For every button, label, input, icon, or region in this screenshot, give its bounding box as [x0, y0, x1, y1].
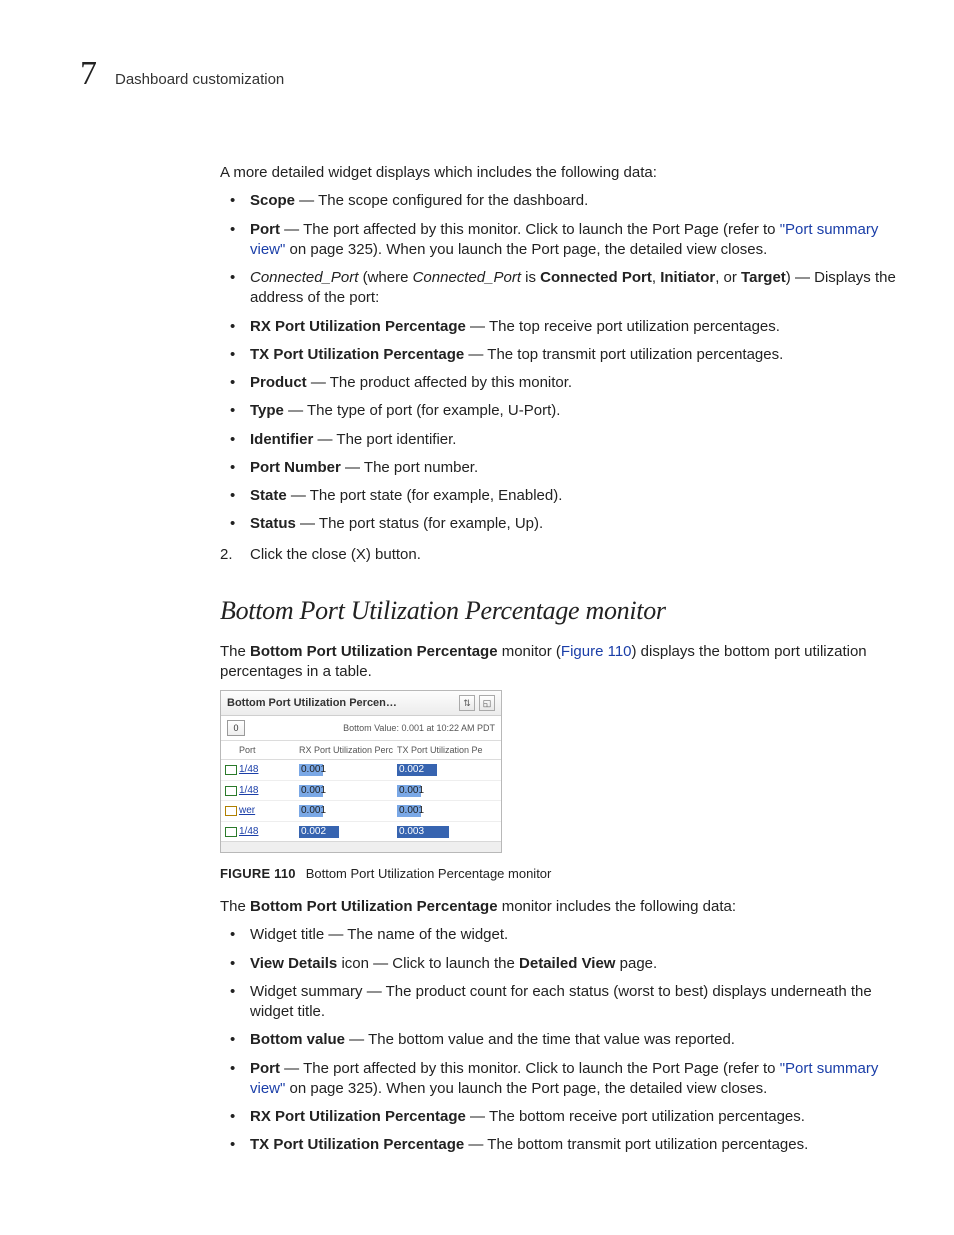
col-rx: RX Port Utilization Perc	[299, 744, 397, 756]
list-item: Status — The port status (for example, U…	[220, 514, 900, 534]
port-link[interactable]: 1/48	[239, 826, 258, 837]
rx-cell: 0.001	[299, 785, 397, 797]
bullet-list-2: Widget title — The name of the widget. V…	[220, 925, 900, 1155]
list-item: Identifier — The port identifier.	[220, 430, 900, 450]
list-item: Product — The product affected by this m…	[220, 373, 900, 393]
content-area: A more detailed widget displays which in…	[220, 163, 900, 1156]
list-item: Connected_Port (where Connected_Port is …	[220, 268, 900, 309]
col-tx: TX Port Utilization Pe	[397, 744, 497, 756]
rx-cell: 0.001	[299, 805, 397, 817]
chapter-number: 7	[80, 55, 97, 93]
widget-titlebar: Bottom Port Utilization Percen… ⇅ ◱	[221, 691, 501, 716]
list-item: Type — The type of port (for example, U-…	[220, 401, 900, 421]
chapter-title: Dashboard customization	[115, 71, 284, 88]
port-link[interactable]: wer	[239, 805, 255, 816]
section-heading: Bottom Port Utilization Percentage monit…	[220, 593, 900, 628]
tx-cell: 0.003	[397, 826, 497, 838]
section-intro-2: The Bottom Port Utilization Percentage m…	[220, 897, 900, 917]
page: 7 Dashboard customization A more detaile…	[0, 0, 954, 1235]
step-list: 2.Click the close (X) button.	[220, 545, 900, 565]
table-row: 1/48 0.0010.001	[221, 781, 501, 802]
port-status-icon	[225, 806, 237, 816]
port-status-icon	[225, 786, 237, 796]
col-port: Port	[239, 744, 299, 756]
section-intro: The Bottom Port Utilization Percentage m…	[220, 642, 900, 683]
widget-columns: Port RX Port Utilization Perc TX Port Ut…	[221, 741, 501, 760]
list-item: View Details icon — Click to launch the …	[220, 954, 900, 974]
widget-subheader: 0 Bottom Value: 0.001 at 10:22 AM PDT	[221, 716, 501, 741]
list-item: TX Port Utilization Percentage — The top…	[220, 345, 900, 365]
status-count-badge: 0	[227, 720, 245, 736]
port-link[interactable]: 1/48	[239, 764, 258, 775]
widget-footer	[221, 841, 501, 852]
rx-cell: 0.001	[299, 764, 397, 776]
list-item: State — The port state (for example, Ena…	[220, 486, 900, 506]
list-item: TX Port Utilization Percentage — The bot…	[220, 1135, 900, 1155]
tx-cell: 0.001	[397, 805, 497, 817]
port-status-icon	[225, 827, 237, 837]
list-item: Bottom value — The bottom value and the …	[220, 1030, 900, 1050]
list-item: RX Port Utilization Percentage — The bot…	[220, 1107, 900, 1127]
intro-text: A more detailed widget displays which in…	[220, 163, 900, 183]
port-status-icon	[225, 765, 237, 775]
table-row: 1/48 0.0020.003	[221, 822, 501, 842]
link-figure-110[interactable]: Figure 110	[561, 643, 632, 660]
port-link[interactable]: 1/48	[239, 785, 258, 796]
list-item: RX Port Utilization Percentage — The top…	[220, 317, 900, 337]
rx-cell: 0.002	[299, 826, 397, 838]
table-row: wer 0.0010.001	[221, 801, 501, 822]
list-item: Port Number — The port number.	[220, 458, 900, 478]
bullet-list-1: Scope — The scope configured for the das…	[220, 191, 900, 534]
widget-subtitle: Bottom Value: 0.001 at 10:22 AM PDT	[343, 722, 495, 734]
list-item: Widget summary — The product count for e…	[220, 982, 900, 1023]
widget-title: Bottom Port Utilization Percen…	[227, 696, 397, 711]
list-item: Scope — The scope configured for the das…	[220, 191, 900, 211]
widget-rows: 1/480.0010.0021/480.0010.001wer0.0010.00…	[221, 760, 501, 841]
tx-cell: 0.002	[397, 764, 497, 776]
collapse-icon[interactable]: ⇅	[459, 695, 475, 711]
table-row: 1/48 0.0010.002	[221, 760, 501, 781]
step-item: 2.Click the close (X) button.	[220, 545, 900, 565]
list-item: Port — The port affected by this monitor…	[220, 1059, 900, 1100]
figure-caption: FIGURE 110Bottom Port Utilization Percen…	[220, 865, 900, 883]
list-item: Port — The port affected by this monitor…	[220, 220, 900, 261]
running-header: 7 Dashboard customization	[80, 55, 874, 93]
list-item: Widget title — The name of the widget.	[220, 925, 900, 945]
widget-figure: Bottom Port Utilization Percen… ⇅ ◱ 0 Bo…	[220, 690, 502, 853]
popout-icon[interactable]: ◱	[479, 695, 495, 711]
tx-cell: 0.001	[397, 785, 497, 797]
